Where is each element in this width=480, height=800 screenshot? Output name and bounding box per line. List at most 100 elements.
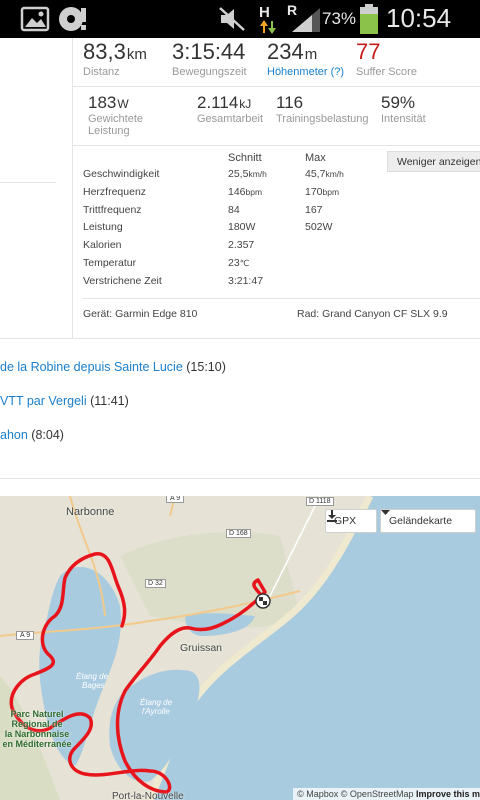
row-max-value: 45,7km/h <box>305 168 344 180</box>
terrain-map-label: Geländekarte <box>389 515 453 527</box>
gallery-icon <box>20 6 50 32</box>
row-label: Verstrichene Zeit <box>83 274 162 287</box>
stat-weighted-power: 183W Gewichtete Leistung <box>88 93 143 137</box>
map-label-parc-2: Regional de <box>11 719 63 729</box>
segment-link[interactable]: de la Robine depuis Sainte Lucie <box>0 360 183 374</box>
moving-time-value: 3:15:44 <box>172 39 246 64</box>
table-row: Leistung 180W 502W <box>83 221 383 239</box>
max-number: 167 <box>305 203 323 216</box>
route-map[interactable]: Narbonne Gruissan Étang de Bages Étang d… <box>0 496 480 800</box>
left-panel-divider <box>72 38 73 338</box>
map-attribution: © Mapbox © OpenStreetMap Improve this m <box>293 788 480 800</box>
weighted-power-label-2: Leistung <box>88 125 130 137</box>
row-max-value: 502W <box>305 221 332 233</box>
caret-down-icon <box>381 510 390 515</box>
attribution-osm[interactable]: © OpenStreetMap <box>341 789 414 799</box>
row-label: Kalorien <box>83 239 122 252</box>
improve-map-link[interactable]: Improve this m <box>416 789 480 799</box>
map-label-etang-ayrolle-1: Étang de <box>140 698 173 707</box>
weighted-power-unit: W <box>117 97 129 111</box>
row-avg-value: 25,5km/h <box>228 168 267 180</box>
table-row: Trittfrequenz 84 167 <box>83 204 383 222</box>
header-divider <box>72 86 480 87</box>
download-icon <box>327 510 337 522</box>
segment-time: (11:41) <box>90 394 129 408</box>
elevation-help-link[interactable]: Höhenmeter (?) <box>267 66 344 78</box>
row-avg-value: 180W <box>228 221 255 233</box>
map-label-parc-3: la Narbonnaise <box>4 729 70 739</box>
elevation-value: 234 <box>267 39 304 64</box>
list-item: ahon (8:04) <box>0 428 64 442</box>
map-label-port-la-nouvelle: Port-la-Nouvelle <box>112 791 184 800</box>
intensity-label: Intensität <box>381 113 426 125</box>
row-avg-value: 2.357 <box>228 239 254 251</box>
segment-link[interactable]: ahon <box>0 428 28 442</box>
map-label-parc: Parc Naturel Regional de la Narbonnaise … <box>0 709 74 749</box>
signal-icon <box>292 8 320 32</box>
mute-icon <box>219 7 245 31</box>
terrain-map-dropdown[interactable]: Geländekarte <box>380 509 476 533</box>
stat-distance: 83,3km Distanz <box>83 39 147 78</box>
map-canvas <box>0 496 480 800</box>
row-avg-value: 84 <box>228 204 240 216</box>
max-number: 45,7 <box>305 168 326 180</box>
avg-unit: bpm <box>245 186 263 197</box>
total-work-value: 2.114 <box>197 93 239 112</box>
training-load-value: 116 <box>276 93 304 112</box>
road-label-a9-left: A 9 <box>16 631 35 640</box>
avg-number: 180W <box>228 221 256 234</box>
attribution-mapbox[interactable]: © Mapbox <box>297 789 338 799</box>
segment-time: (8:04) <box>31 428 64 442</box>
avg-number: 84 <box>228 203 240 216</box>
total-work-unit: kJ <box>239 97 252 111</box>
battery-percent: 73% <box>322 9 357 28</box>
row-label: Temperatur <box>83 257 137 269</box>
training-load-label: Trainingsbelastung <box>276 113 369 125</box>
road-label-a9-top: A 9 <box>166 496 185 503</box>
max-unit: bpm <box>322 186 340 197</box>
table-row: Geschwindigkeit 25,5km/h 45,7km/h <box>83 168 383 186</box>
show-less-button[interactable]: Weniger anzeigen <box>387 151 480 172</box>
avg-number: 146 <box>228 185 246 198</box>
weighted-power-label-1: Gewichtete <box>88 113 144 125</box>
segment-time: (15:10) <box>186 360 226 374</box>
row-avg-value: 146bpm <box>228 186 262 198</box>
suffer-score-value: 77 <box>356 39 381 64</box>
device-divider <box>83 298 480 299</box>
segment-link[interactable]: VTT par Vergeli <box>0 394 87 408</box>
stat-suffer-score: 77 Suffer Score <box>356 39 417 78</box>
left-panel-line <box>0 182 56 183</box>
avg-unit: km/h <box>248 169 267 179</box>
max-number: 502W <box>305 221 333 234</box>
battery-icon <box>360 4 378 34</box>
gpx-download-button[interactable]: GPX <box>325 509 377 533</box>
intensity-value: 59% <box>381 93 416 112</box>
road-label-d168: D 168 <box>226 529 251 538</box>
col-header-avg: Schnitt <box>228 152 262 164</box>
bike-info: Rad: Grand Canyon CF SLX 9.9 <box>297 308 448 320</box>
stat-moving-time: 3:15:44 Bewegungszeit <box>172 39 247 78</box>
table-row: Temperatur 23℃ <box>83 257 383 275</box>
avg-number: 23 <box>228 257 240 269</box>
map-label-parc-4: en Méditerranée <box>2 739 72 749</box>
total-work-label: Gesamtarbeit <box>197 113 264 125</box>
status-bar: H R 73% 10:54 <box>0 0 480 38</box>
avg-unit: ℃ <box>239 258 250 268</box>
list-item: VTT par Vergeli (11:41) <box>0 394 129 408</box>
device-info: Gerät: Garmin Edge 810 <box>83 308 198 320</box>
distance-value: 83,3 <box>83 39 126 64</box>
row-label: Leistung <box>83 221 123 234</box>
map-label-etang-ayrolle-2: l'Ayrolle <box>142 707 170 716</box>
map-label-etang-bages-1: Étang de <box>76 672 109 681</box>
row-max-value: 170bpm <box>305 186 339 198</box>
road-label-d32: D 32 <box>145 579 166 588</box>
suffer-score-label: Suffer Score <box>356 66 417 78</box>
map-label-gruissan: Gruissan <box>180 642 223 654</box>
stat-training-load: 116 Trainingsbelastung <box>276 93 369 125</box>
weighted-power-value: 183 <box>88 93 117 112</box>
row-label: Herzfrequenz <box>83 185 147 198</box>
clock: 10:54 <box>386 3 452 33</box>
col-header-max: Max <box>305 152 326 164</box>
finish-marker-icon <box>255 593 271 609</box>
stat-total-work: 2.114kJ Gesamtarbeit <box>197 93 263 125</box>
